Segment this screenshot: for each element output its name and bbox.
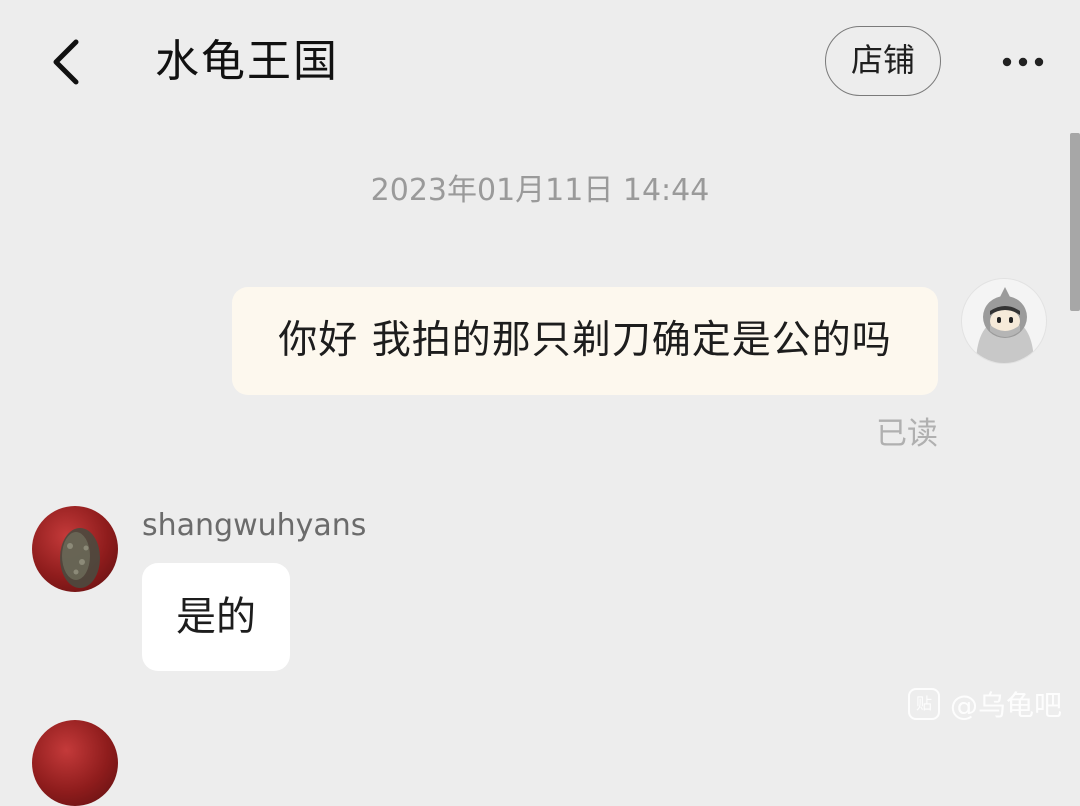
my-avatar[interactable] [961, 278, 1047, 364]
outgoing-message-bubble[interactable]: 你好 我拍的那只剃刀确定是公的吗 [232, 287, 938, 395]
watermark-text: @乌龟吧 [950, 689, 1063, 722]
tieba-logo-icon: 贴 [908, 688, 940, 720]
page-title: 水龟王国 [155, 36, 339, 87]
back-button[interactable] [36, 30, 96, 94]
scrollbar[interactable] [1070, 133, 1080, 311]
message-timestamp: 2023年01月11日 14:44 [370, 173, 710, 208]
avatar-image [60, 528, 100, 588]
avatar-image [976, 287, 1034, 363]
sender-name: shangwuhyans [142, 508, 367, 543]
more-dots-icon [1002, 57, 1044, 67]
more-button[interactable] [996, 40, 1050, 84]
top-bar: 水龟王国 店铺 [0, 0, 1080, 125]
chevron-left-icon [53, 39, 79, 85]
read-status: 已读 [876, 416, 938, 452]
incoming-message-bubble[interactable]: 是的 [142, 563, 290, 671]
next-sender-avatar[interactable] [32, 720, 118, 806]
watermark: 贴 @乌龟吧 [908, 684, 1062, 724]
store-button[interactable]: 店铺 [825, 26, 941, 96]
sender-avatar[interactable] [32, 506, 118, 592]
